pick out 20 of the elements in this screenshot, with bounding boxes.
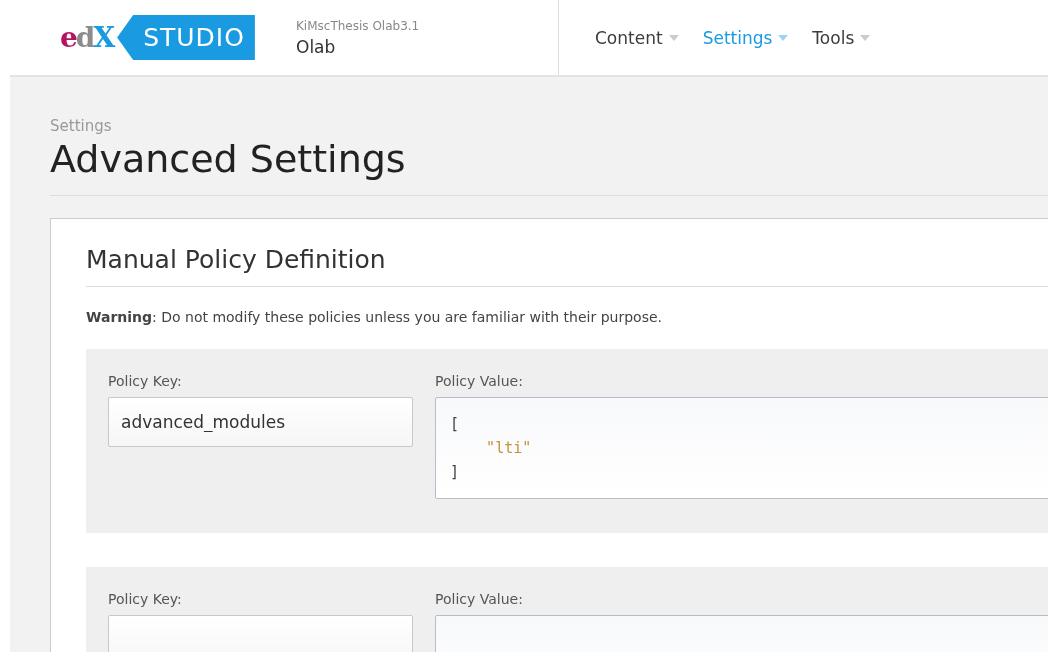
studio-badge: STUDIO (117, 15, 255, 60)
card-title: Manual Policy Definition (86, 245, 387, 274)
page-title: Advanced Settings (50, 137, 407, 181)
course-number: Olab3.1 (372, 18, 420, 33)
nav-menu[interactable]: Tools (806, 23, 877, 52)
caret-icon (778, 34, 789, 41)
nav-menu[interactable]: Content (589, 23, 685, 52)
edx-logo[interactable]: edX (60, 21, 114, 54)
field-label: Policy Value: (435, 373, 524, 389)
input-field[interactable] (108, 615, 413, 652)
course-org: KiMscThesis (296, 18, 369, 33)
input-field[interactable]: advanced_modules (108, 397, 413, 447)
warning-text: Warning: Do not modify these policies unless you are familiar with their purpose. (86, 309, 663, 325)
field-label: Policy Key: (108, 591, 183, 607)
field-label: Policy Value: (435, 591, 524, 607)
field-label: Policy Key: (108, 373, 183, 389)
caret-icon (860, 34, 871, 41)
caret-icon (668, 34, 679, 41)
code-editor[interactable]: [ "lti" ] (435, 397, 1048, 499)
course-name[interactable]: Olab (296, 36, 558, 57)
